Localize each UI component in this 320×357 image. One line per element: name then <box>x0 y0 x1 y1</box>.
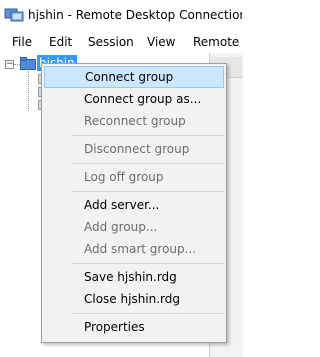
menu-item-properties[interactable]: Properties <box>44 316 224 338</box>
menu-separator <box>72 135 224 136</box>
menu-file[interactable]: File <box>12 35 32 49</box>
menu-item-log-off-group[interactable]: Log off group <box>44 166 224 188</box>
menu-session[interactable]: Session <box>88 35 134 49</box>
menu-bar: File Edit Session View Remote D <box>0 31 242 53</box>
menu-separator <box>72 263 224 264</box>
menu-item-add-server[interactable]: Add server... <box>44 194 224 216</box>
menu-item-connect-group[interactable]: Connect group <box>44 66 224 88</box>
menu-item-add-group[interactable]: Add group... <box>44 216 224 238</box>
collapse-expander[interactable]: − <box>5 60 14 69</box>
menu-item-reconnect-group[interactable]: Reconnect group <box>44 110 224 132</box>
window-title: hjshin - Remote Desktop Connection M <box>28 8 242 22</box>
tree-connector-vertical <box>28 71 29 111</box>
menu-item-save-file[interactable]: Save hjshin.rdg <box>44 266 224 288</box>
group-folder-icon <box>20 57 36 70</box>
menu-separator <box>72 191 224 192</box>
menu-view[interactable]: View <box>147 35 175 49</box>
menu-item-close-file[interactable]: Close hjshin.rdg <box>44 288 224 310</box>
menu-item-connect-group-as[interactable]: Connect group as... <box>44 88 224 110</box>
menu-item-disconnect-group[interactable]: Disconnect group <box>44 138 224 160</box>
menu-item-add-smart-group[interactable]: Add smart group... <box>44 238 224 260</box>
menu-edit[interactable]: Edit <box>49 35 72 49</box>
title-bar: hjshin - Remote Desktop Connection M <box>0 0 242 31</box>
menu-separator <box>72 313 224 314</box>
menu-separator <box>72 163 224 164</box>
remote-desktop-icon <box>4 8 24 22</box>
context-menu: Connect group Connect group as... Reconn… <box>41 63 227 343</box>
menu-remote-desktop[interactable]: Remote D <box>193 35 242 49</box>
